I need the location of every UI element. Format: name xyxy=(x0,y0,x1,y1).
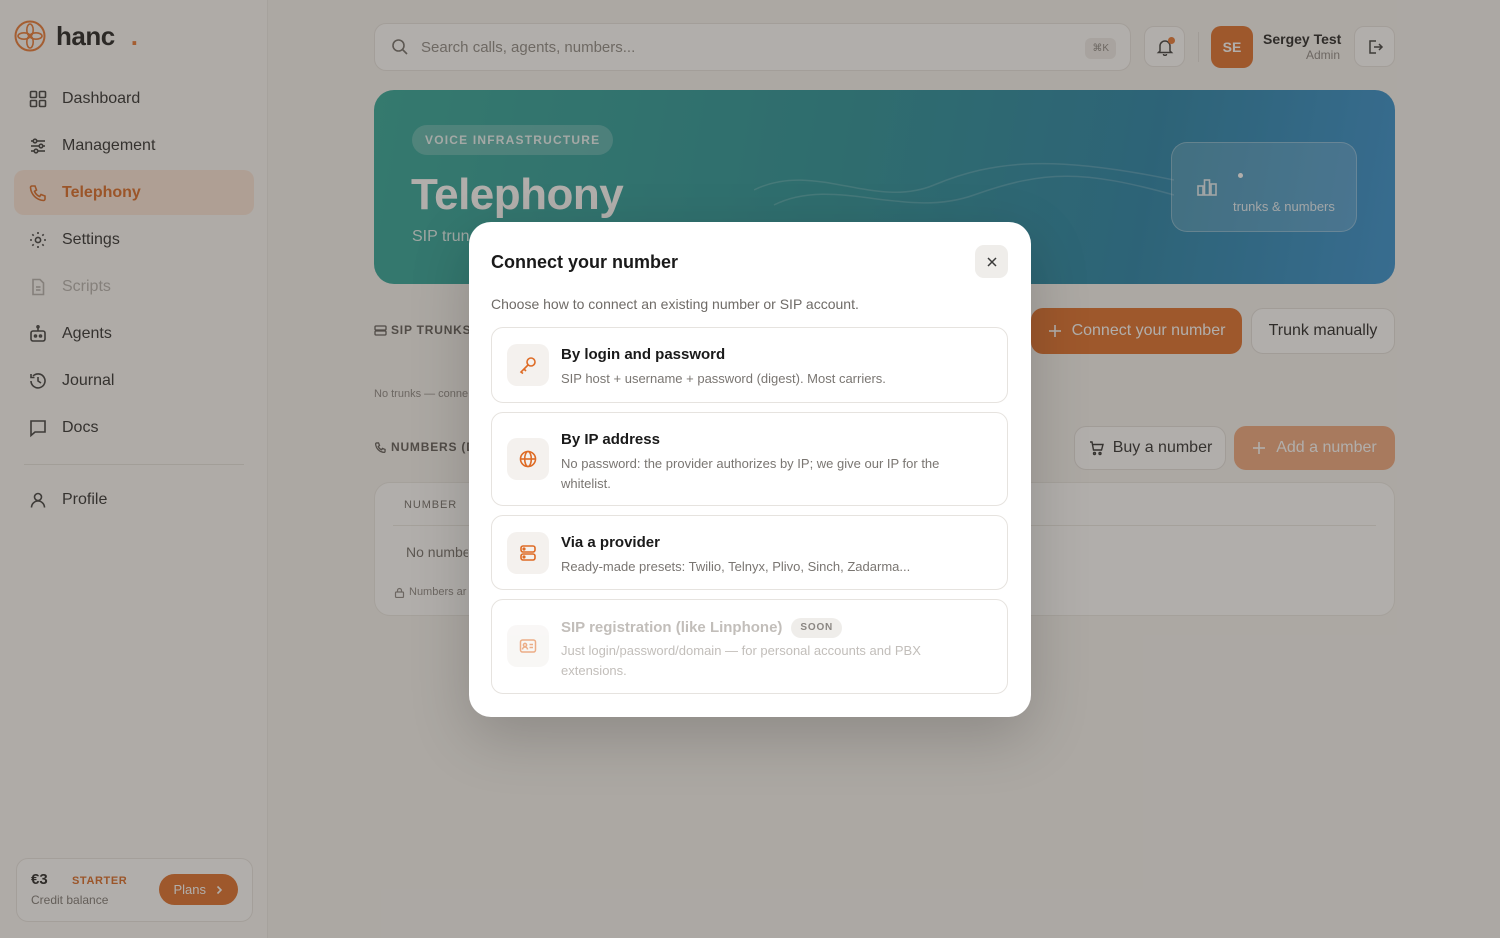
option-icon-wrap xyxy=(507,438,549,480)
option-title: By login and password xyxy=(561,346,726,363)
option-via-provider[interactable]: Via a provider Ready-made presets: Twili… xyxy=(491,515,1008,590)
option-title: SIP registration (like Linphone) SOON xyxy=(561,618,843,638)
option-ip-address[interactable]: By IP address No password: the provider … xyxy=(491,412,1008,506)
option-login-password[interactable]: By login and password SIP host + usernam… xyxy=(491,327,1008,403)
dialog-description: Choose how to connect an existing number… xyxy=(491,296,859,312)
option-icon-wrap xyxy=(507,344,549,386)
option-title: By IP address xyxy=(561,431,660,448)
option-icon-wrap xyxy=(507,532,549,574)
option-description: No password: the provider authorizes by … xyxy=(561,456,940,491)
globe-icon xyxy=(519,450,537,468)
option-icon-wrap xyxy=(507,625,549,667)
server-icon xyxy=(520,545,536,561)
option-title: Via a provider xyxy=(561,534,660,551)
option-description: Just login/password/domain — for persona… xyxy=(561,643,921,678)
close-button[interactable] xyxy=(975,245,1008,278)
option-description: SIP host + username + password (digest).… xyxy=(561,371,886,386)
option-title-text: SIP registration (like Linphone) xyxy=(561,619,783,636)
key-icon xyxy=(519,357,536,375)
dialog-title: Connect your number xyxy=(491,252,679,272)
close-icon xyxy=(986,256,997,267)
soon-badge: SOON xyxy=(791,618,843,638)
option-description: Ready-made presets: Twilio, Telnyx, Pliv… xyxy=(561,559,911,574)
option-sip-registration: SIP registration (like Linphone) SOON Jus… xyxy=(491,599,1008,694)
connect-number-dialog: Connect your number Choose how to connec… xyxy=(469,222,1031,717)
id-card-icon xyxy=(519,639,537,653)
